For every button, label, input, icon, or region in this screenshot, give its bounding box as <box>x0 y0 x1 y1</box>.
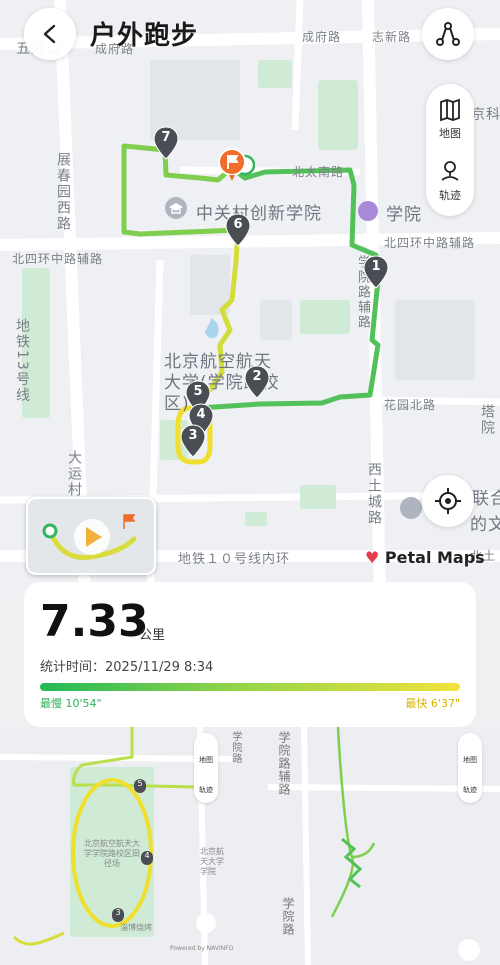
preview-right-road-2: 学院路 <box>281 897 295 936</box>
preview-left-poi: 北京航天大学学院 <box>200 847 224 876</box>
km-marker-2[interactable]: 2 <box>244 365 270 399</box>
preview-marker-5: 5 <box>134 779 146 793</box>
km-marker-3[interactable]: 3 <box>180 424 206 458</box>
km-marker-label: 4 <box>196 407 206 422</box>
preview-right-locate-icon <box>458 939 480 961</box>
preview-marker-4: 4 <box>141 851 153 865</box>
school-icon-2 <box>400 497 422 519</box>
road-label-xitucheng: 西土城路 <box>366 462 382 526</box>
km-marker-label: 3 <box>188 428 198 443</box>
map-watermark: ♥ Petal Maps <box>365 548 485 567</box>
locate-button[interactable] <box>422 475 474 527</box>
km-marker-7[interactable]: 7 <box>153 126 179 160</box>
distance-unit: 公里 <box>139 628 166 643</box>
road-label-beisihuan-right: 北四环中路辅路 <box>384 236 476 250</box>
preview-left-credit: Powered by NAVINFO <box>170 945 234 952</box>
chevron-left-icon <box>43 24 56 44</box>
km-marker-label: 5 <box>193 384 203 399</box>
page-title: 户外跑步 <box>90 21 199 51</box>
road-label-jingke: 京科 <box>471 107 500 123</box>
road-label-beisihuan-left: 北四环中路辅路 <box>12 252 104 266</box>
km-marker-label: 1 <box>371 259 381 274</box>
track-replay-thumbnail[interactable] <box>26 497 156 575</box>
road-label-zhanchunyuan: 展春园西路 <box>55 152 71 232</box>
road-label-huayuan: 花园北路 <box>384 398 437 412</box>
road-label-zhixin: 志新路 <box>372 30 412 44</box>
km-marker-label: 2 <box>252 369 262 384</box>
distance-value: 7.33 <box>40 596 149 647</box>
stat-time: 统计时间：2025/11/29 8:34 <box>40 660 214 675</box>
km-marker-6[interactable]: 6 <box>225 213 251 247</box>
preview-left-panel: 地图 轨迹 <box>194 733 218 803</box>
km-marker-1[interactable]: 1 <box>363 255 389 289</box>
pace-gradient-bar <box>40 683 460 691</box>
track-mode-button[interactable]: 轨迹 <box>426 160 474 203</box>
km-marker-label: 7 <box>161 130 171 145</box>
road-label-metro13: 地铁13号线 <box>14 318 30 404</box>
fastest-pace: 最快 6'37" <box>405 697 460 710</box>
map-icon <box>440 98 460 122</box>
preview-right[interactable]: 学院路辅路 学院路 地图 轨迹 <box>267 727 500 965</box>
slowest-pace: 最慢 10'54" <box>40 697 102 710</box>
preview-left-bottom: 淄博烧烤 <box>120 923 152 932</box>
preview-locate-icon <box>196 913 216 933</box>
preview-right-panel: 地图 轨迹 <box>458 733 482 803</box>
preview-marker-3: 3 <box>112 908 124 922</box>
track-icon <box>441 161 459 181</box>
run-summary-card: 7.33 公里 统计时间：2025/11/29 8:34 最慢 10'54" 最… <box>24 582 476 727</box>
back-button[interactable] <box>24 8 76 60</box>
preview-right-road-1: 学院路辅路 <box>277 731 291 796</box>
poi-zhongguancun: 中关村创新学院 <box>196 204 322 224</box>
map-mode-panel: 地图 轨迹 <box>426 84 474 216</box>
preview-left[interactable]: 北京航空航天大学学院路校区田径场 北京航天大学学院 学院路 淄博烧烤 Power… <box>0 727 241 965</box>
preview-left-road: 学院路 <box>230 731 241 764</box>
route-share-button[interactable] <box>422 8 474 60</box>
route-icon <box>436 22 460 46</box>
poi-lianhe: 联合 <box>472 489 500 509</box>
road-label-chengfu-2: 成府路 <box>302 30 342 44</box>
locate-icon <box>435 488 461 514</box>
km-marker-label: 6 <box>233 217 243 232</box>
road-label-metro10: 地铁１０号线内环 <box>178 552 291 567</box>
school-icon <box>165 197 187 219</box>
poi-wenli: 的文理 <box>470 515 500 535</box>
poi-xueyuan: 学院 <box>386 205 422 225</box>
flag-icon <box>217 147 255 181</box>
road-label-tayuan: 塔院 <box>479 404 495 436</box>
map-mode-button[interactable]: 地图 <box>426 98 474 141</box>
preview-left-school-label: 北京航空航天大学学院路校区田径场 <box>84 839 140 868</box>
road-label-beitai: 北太南路 <box>292 165 345 179</box>
share-preview-strip: 北京航空航天大学学院路校区田径场 北京航天大学学院 学院路 淄博烧烤 Power… <box>0 727 500 965</box>
road-label-dayuncun: 大运村 <box>66 450 82 498</box>
poi-xueyuan-icon <box>358 201 378 221</box>
